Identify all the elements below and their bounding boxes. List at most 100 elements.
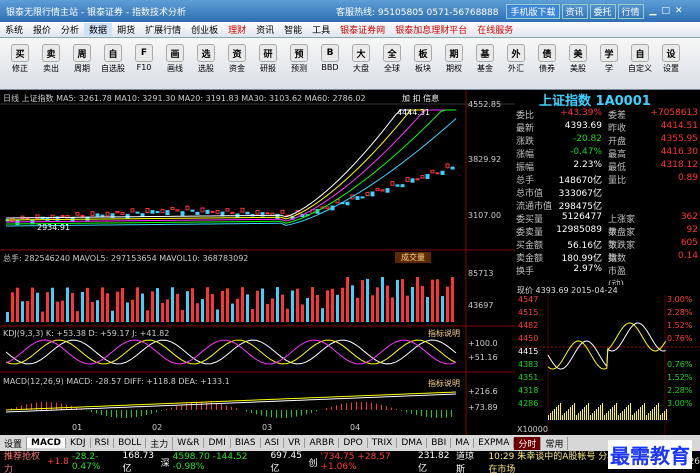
app-window: { "title_bar":{ "text":"银泰无限行情主站 - 银泰证券 … (0, 0, 700, 473)
volume-bar (221, 290, 224, 322)
close-icon[interactable]: ✕ (675, 6, 683, 16)
kline-chart-area[interactable]: 日线 上证指数 MA5: 3261.78 MA10: 3291.30 MA20:… (0, 90, 515, 435)
macd-bar (286, 410, 287, 418)
indicator-tab-0[interactable]: 设置 (0, 436, 28, 450)
indicator-tab-13[interactable]: TRIX (368, 438, 398, 448)
menu-item-system[interactable]: 系统 (0, 23, 28, 36)
menu-item-gem[interactable]: 创业板 (186, 23, 223, 36)
toolbar-button-2[interactable]: 周周期 (68, 42, 96, 74)
ticker-left[interactable]: 推荐抢权力 (4, 449, 43, 473)
toolbar-button-19[interactable]: 学学 (595, 42, 623, 74)
indicator-tab-18[interactable]: 分时 (514, 436, 542, 450)
macd-bar (291, 410, 292, 418)
indicator-tab-3[interactable]: RSI (91, 438, 115, 448)
toolbar-button-0[interactable]: 买修正 (6, 42, 34, 74)
menu-item-service[interactable]: 在线服务 (472, 23, 518, 36)
volume-header: 总手: 282546240 MAVOL5: 297153654 MAVOL10:… (3, 254, 249, 263)
trade-button[interactable]: 委托 (589, 3, 616, 19)
menu-item-platform[interactable]: 银泰加息理财平台 (390, 23, 472, 36)
price-label-high: 4552.85 (468, 100, 502, 109)
toolbar-button-18[interactable]: 美美股 (564, 42, 592, 74)
menu-item-finance[interactable]: 理财 (223, 23, 251, 36)
indicator-tab-5[interactable]: 主力 (146, 436, 174, 450)
intraday-panel[interactable]: 现价 4393.69 2015-04-24 X10000 4547 4515 448… (515, 285, 700, 435)
volume-bar (186, 291, 189, 322)
quote-button[interactable]: 行情 (617, 3, 644, 19)
toolbar-button-15[interactable]: 基基金 (471, 42, 499, 74)
volume-bar (26, 300, 29, 322)
macd-info-button[interactable]: 指标说明 (428, 378, 460, 389)
volume-bar (281, 294, 284, 322)
intraday-vol-bar (584, 407, 585, 420)
intraday-vol-bar (654, 407, 655, 420)
indicator-tab-10[interactable]: VR (284, 438, 306, 448)
menu-item-info[interactable]: 资讯 (251, 23, 279, 36)
toolbar-button-7[interactable]: 资资金 (223, 42, 251, 74)
toolbar-button-9[interactable]: 预预测 (285, 42, 313, 74)
indicator-tab-11[interactable]: ARBR (305, 438, 340, 448)
toolbar-button-8[interactable]: 研研报 (254, 42, 282, 74)
toolbar-button-14[interactable]: 期期权 (440, 42, 468, 74)
indicator-tab-17[interactable]: EXPMA (474, 438, 515, 448)
toolbar-button-21[interactable]: 设设置 (657, 42, 685, 74)
indicator-tab-9[interactable]: ASI (261, 438, 285, 448)
kdj-info-button[interactable]: 指标说明 (428, 328, 460, 339)
toolbar-label: 期权 (446, 64, 462, 73)
intraday-price-label: 4286 (518, 399, 539, 408)
minimize-icon[interactable]: ▁ (650, 6, 657, 16)
menu-item-tools[interactable]: 工具 (307, 23, 335, 36)
candle (125, 213, 130, 219)
volume-bar (31, 287, 34, 322)
volume-bar (446, 286, 449, 322)
ticker-segment: '734.75 +28.57 +1.06% (320, 452, 391, 472)
menu-item-website[interactable]: 银泰证券网 (335, 23, 390, 36)
toolbar-button-3[interactable]: 自自选股 (99, 42, 127, 74)
menu-item-extended[interactable]: 扩展行情 (140, 23, 186, 36)
toolbar-button-11[interactable]: 大大盘 (347, 42, 375, 74)
toolbar-button-12[interactable]: 全全球 (378, 42, 406, 74)
toolbar-button-10[interactable]: B BBD (316, 42, 344, 72)
menu-item-analysis[interactable]: 分析 (56, 23, 84, 36)
volume-bar (356, 297, 359, 322)
news-button[interactable]: 资讯 (561, 3, 588, 19)
indicator-tab-1[interactable]: MACD (27, 438, 67, 448)
toolbar-button-20[interactable]: 自自定义 (626, 42, 654, 74)
toolbar-button-16[interactable]: 外外汇 (502, 42, 530, 74)
menu-item-data[interactable]: 数据 (84, 23, 113, 36)
toolbar-button-6[interactable]: 选选股 (192, 42, 220, 74)
intraday-price-label: 4318 (518, 386, 539, 395)
macd-bar (126, 410, 127, 418)
indicator-tab-4[interactable]: BOLL (114, 438, 147, 448)
ticker-segment: 697.45亿 (270, 450, 302, 473)
indicator-tab-16[interactable]: MA (451, 438, 475, 448)
toolbar-button-4[interactable]: F F10 (130, 42, 158, 72)
toolbar-label: 自定义 (628, 64, 652, 73)
toolbar-button-17[interactable]: 债债券 (533, 42, 561, 74)
menu-item-quote[interactable]: 报价 (28, 23, 56, 36)
indicator-tab-19[interactable]: 常用 (541, 436, 569, 450)
indicator-tab-15[interactable]: BBI (427, 438, 452, 448)
quote-cell: 涨幅 (516, 150, 535, 160)
menu-item-smart[interactable]: 智能 (279, 23, 307, 36)
toolbar-icon-5: 画 (166, 44, 184, 62)
maximize-icon[interactable]: □ (661, 6, 670, 16)
indicator-tab-14[interactable]: DMA (397, 438, 428, 448)
intraday-pct-label: 0.76% (667, 334, 693, 343)
menu-item-futures[interactable]: 期货 (112, 23, 140, 36)
toolbar-button-5[interactable]: 画画线 (161, 42, 189, 74)
volume-bar (146, 310, 149, 322)
indicator-tab-6[interactable]: W&R (173, 438, 205, 448)
chart-header-tools[interactable]: 加 扣 信息 (402, 93, 439, 104)
indicator-tab-2[interactable]: KDJ (66, 438, 91, 448)
intraday-vol-bar (640, 407, 641, 420)
toolbar-button-1[interactable]: 卖卖出 (37, 42, 65, 74)
intraday-vol-bar (580, 411, 581, 420)
indicator-tab-8[interactable]: BIAS (231, 438, 261, 448)
toolbar-button-13[interactable]: 板板块 (409, 42, 437, 74)
ticker-segment: +1.8 (46, 457, 69, 467)
mobile-download-button[interactable]: 手机版下载 (506, 3, 560, 19)
indicator-tab-12[interactable]: DPO (339, 438, 368, 448)
quote-cell: 4393.69 (564, 121, 602, 131)
indicator-tab-7[interactable]: DMI (204, 438, 231, 448)
volume-indicator-button[interactable]: 成交量 (395, 252, 431, 263)
